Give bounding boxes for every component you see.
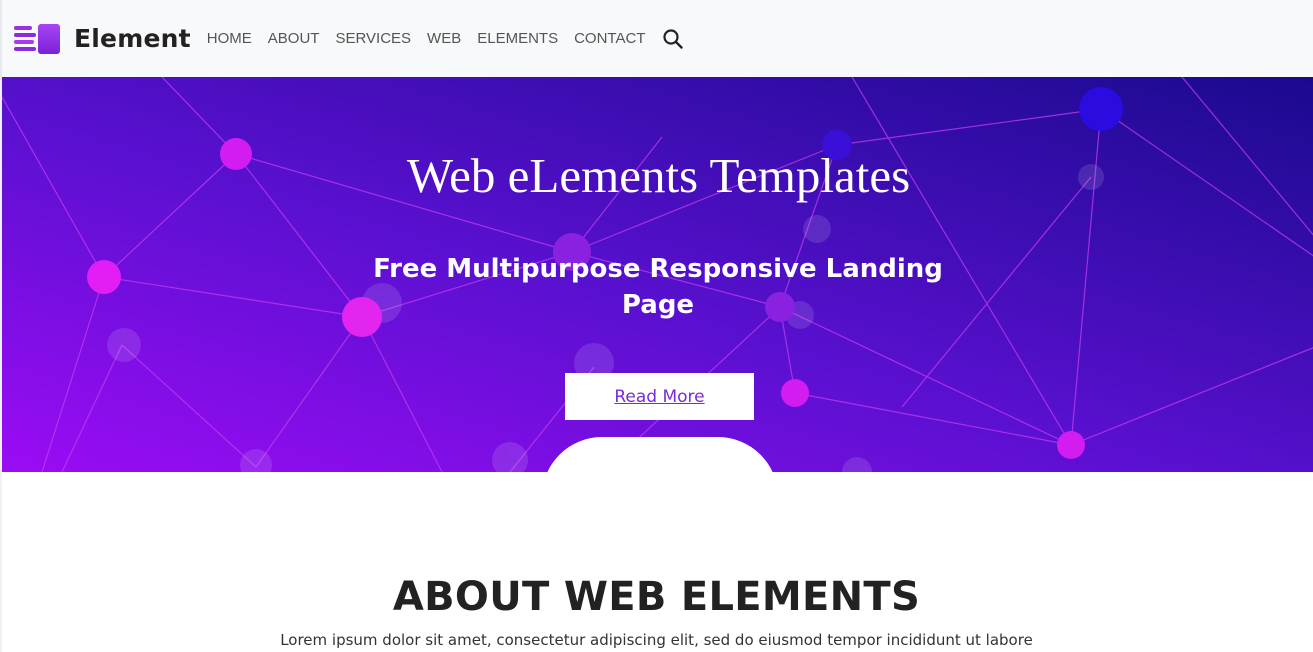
- hero-title: Web eLements Templates: [406, 148, 911, 203]
- main-nav: HOME ABOUT SERVICES WEB ELEMENTS CONTACT: [199, 27, 686, 51]
- hero-curve-decoration: [542, 437, 778, 472]
- stacked-bars-logo-icon: [14, 23, 60, 55]
- nav-web[interactable]: WEB: [419, 30, 469, 47]
- brand-logo-link[interactable]: Element: [14, 23, 191, 55]
- page-edge: [0, 472, 2, 652]
- nav-home[interactable]: HOME: [199, 30, 260, 47]
- about-section-title: ABOUT WEB ELEMENTS: [392, 574, 921, 620]
- brand-name: Element: [74, 24, 191, 53]
- nav-about[interactable]: ABOUT: [260, 30, 328, 47]
- nav-services[interactable]: SERVICES: [327, 30, 419, 47]
- hero-subtitle: Free Multipurpose Responsive Landing Pag…: [373, 254, 943, 320]
- nav-contact[interactable]: CONTACT: [566, 30, 653, 47]
- nav-elements[interactable]: ELEMENTS: [469, 30, 566, 47]
- navbar: Element HOME ABOUT SERVICES WEB ELEMENTS…: [0, 0, 1313, 77]
- read-more-button[interactable]: Read More: [565, 373, 754, 420]
- about-section-text: Lorem ipsum dolor sit amet, consectetur …: [280, 631, 1033, 649]
- hero-banner: Web eLements Templates Free Multipurpose…: [0, 77, 1313, 472]
- search-icon[interactable]: [661, 27, 685, 51]
